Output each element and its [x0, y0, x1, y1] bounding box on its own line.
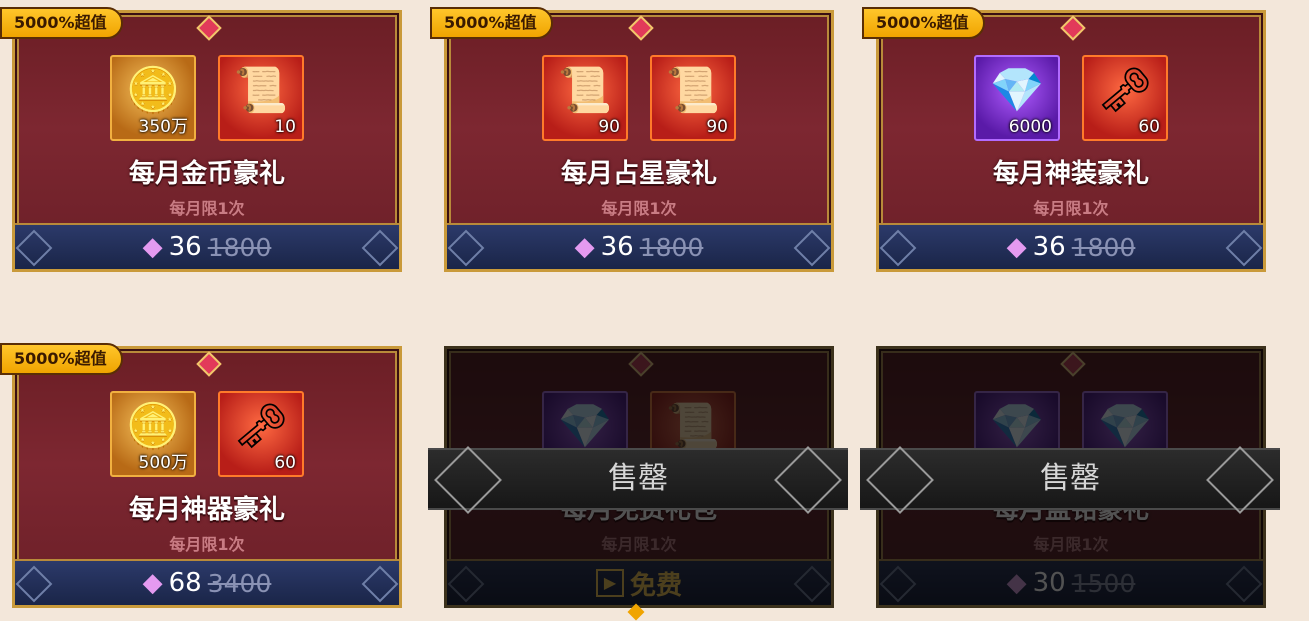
item-quantity: 500万 — [138, 453, 188, 473]
diamond-currency-icon: ◆ — [1006, 232, 1027, 262]
ruby-gem-icon — [196, 351, 222, 377]
diamond-currency-icon: ◆ — [574, 232, 595, 262]
item-quantity: 60 — [1138, 117, 1160, 137]
purchase-limit: 每月限1次 — [1033, 199, 1109, 218]
banner-ornament — [866, 446, 934, 514]
item-slot[interactable]: 📜 90 — [542, 55, 628, 141]
ruby-gem-icon — [628, 15, 654, 41]
purchase-limit: 每月限1次 — [601, 535, 677, 554]
banner-ornament — [774, 446, 842, 514]
corner-ornament — [447, 565, 485, 603]
item-quantity: 60 — [274, 453, 296, 473]
banner-ornament — [1206, 446, 1274, 514]
item-slot[interactable]: 🗝 60 — [218, 391, 304, 477]
corner-ornament — [1225, 565, 1263, 603]
corner-ornament — [361, 229, 399, 267]
item-quantity: 6000 — [1008, 117, 1052, 137]
play-video-icon: ▶ — [595, 569, 624, 597]
sold-out-label: 售罄 — [608, 461, 668, 496]
corner-ornament — [447, 229, 485, 267]
offer-title: 每月神装豪礼 — [992, 159, 1149, 189]
value-badge: 5000%超值 — [430, 7, 553, 39]
offer-card-monthly-gold[interactable]: 🪙 350万 📜 10 每月金币豪礼 每月限1次 ◆ 36 1800 — [12, 10, 402, 272]
offer-card-monthly-artifact[interactable]: 🪙 500万 🗝 60 每月神器豪礼 每月限1次 ◆ 68 3400 — [12, 346, 402, 608]
free-claim-button: ▶ 免费 — [447, 559, 831, 605]
scroll-icon: 📜 — [665, 401, 721, 453]
corner-ornament — [15, 229, 53, 267]
original-price: 1500 — [1071, 568, 1136, 598]
sale-price: 68 — [168, 568, 202, 598]
corner-ornament — [361, 565, 399, 603]
corner-ornament — [793, 229, 831, 267]
coin-icon: 🪙 — [125, 65, 181, 117]
item-quantity: 350万 — [138, 117, 188, 137]
item-slot[interactable]: 🗝 60 — [1082, 55, 1168, 141]
diamond-currency-icon: ◆ — [142, 568, 163, 598]
free-label: 免费 — [629, 570, 682, 601]
purchase-limit: 每月限1次 — [169, 199, 245, 218]
item-quantity: 90 — [598, 117, 620, 137]
sale-price: 36 — [1032, 232, 1066, 262]
value-badge: 5000%超值 — [862, 7, 985, 39]
corner-ornament — [793, 565, 831, 603]
offer-title: 每月金币豪礼 — [128, 159, 285, 189]
item-slot[interactable]: 📜 10 — [218, 55, 304, 141]
value-badge: 5000%超值 — [0, 343, 123, 375]
item-slot[interactable]: 🪙 350万 — [110, 55, 196, 141]
sold-out-banner: 售罄 — [428, 446, 848, 514]
buy-button[interactable]: ◆ 36 1800 — [447, 223, 831, 269]
purchase-limit: 每月限1次 — [1033, 535, 1109, 554]
coin-icon: 🪙 — [125, 401, 181, 453]
corner-ornament — [15, 565, 53, 603]
key-icon: 🗝 — [233, 401, 289, 453]
item-slot[interactable]: 💎 6000 — [974, 55, 1060, 141]
sale-price: 30 — [1032, 568, 1066, 598]
scroll-icon: 📜 — [665, 65, 721, 117]
buy-button[interactable]: ◆ 68 3400 — [15, 559, 399, 605]
diamond-currency-icon: ◆ — [1006, 568, 1027, 598]
original-price: 1800 — [1071, 232, 1136, 262]
banner-ornament — [434, 446, 502, 514]
sale-price: 36 — [600, 232, 634, 262]
purchase-limit: 每月限1次 — [169, 535, 245, 554]
buy-button[interactable]: ◆ 36 1800 — [15, 223, 399, 269]
ruby-gem-icon — [628, 351, 654, 377]
sale-price: 36 — [168, 232, 202, 262]
item-quantity: 10 — [274, 117, 296, 137]
offer-card-monthly-equipment[interactable]: 💎 6000 🗝 60 每月神装豪礼 每月限1次 ◆ 36 1800 — [876, 10, 1266, 272]
item-slot[interactable]: 🪙 500万 — [110, 391, 196, 477]
diamond-currency-icon: ◆ — [142, 232, 163, 262]
ruby-gem-icon — [196, 15, 222, 41]
sold-out-banner: 售罄 — [860, 446, 1280, 514]
purchase-limit: 每月限1次 — [601, 199, 677, 218]
offer-card-monthly-astrology[interactable]: 📜 90 📜 90 每月占星豪礼 每月限1次 ◆ 36 1800 — [444, 10, 834, 272]
sold-out-label: 售罄 — [1040, 461, 1100, 496]
offer-title: 每月占星豪礼 — [560, 159, 717, 189]
buy-button[interactable]: ◆ 36 1800 — [879, 223, 1263, 269]
scroll-icon: 📜 — [557, 65, 613, 117]
offer-title: 每月神器豪礼 — [128, 495, 285, 525]
corner-ornament — [1225, 229, 1263, 267]
buy-button: ◆ 30 1500 — [879, 559, 1263, 605]
item-slot[interactable]: 📜 90 — [650, 55, 736, 141]
original-price: 1800 — [207, 232, 272, 262]
original-price: 3400 — [207, 568, 272, 598]
item-quantity: 90 — [706, 117, 728, 137]
crystal-icon: 💎 — [989, 401, 1045, 453]
ruby-gem-icon — [1060, 351, 1086, 377]
key-icon: 🗝 — [1097, 65, 1153, 117]
crystal-icon: 💎 — [989, 65, 1045, 117]
scroll-icon: 📜 — [233, 65, 289, 117]
corner-ornament — [879, 229, 917, 267]
crystal-icon: 💎 — [557, 401, 613, 453]
ruby-gem-icon — [1060, 15, 1086, 41]
crystal-icon: 💎 — [1097, 401, 1153, 453]
value-badge: 5000%超值 — [0, 7, 123, 39]
corner-ornament — [879, 565, 917, 603]
original-price: 1800 — [639, 232, 704, 262]
